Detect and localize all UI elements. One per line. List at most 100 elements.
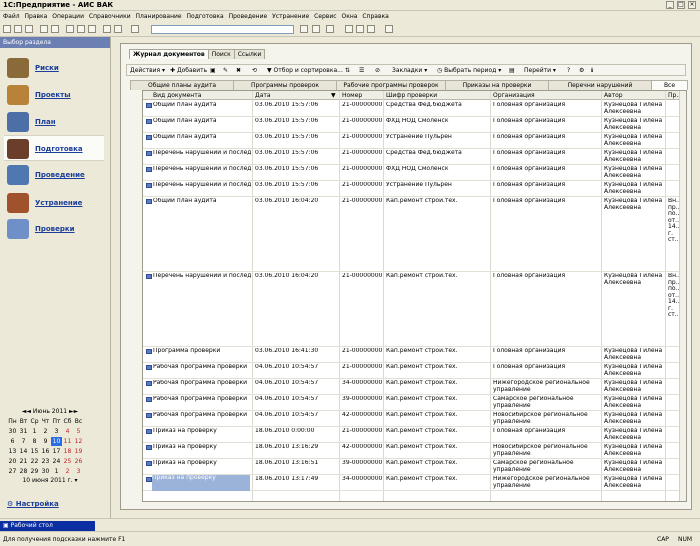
copy-icon[interactable] — [77, 25, 85, 33]
col-author[interactable]: Автор — [604, 92, 623, 99]
calculator-icon[interactable] — [312, 25, 320, 33]
cut-icon[interactable] — [66, 25, 74, 33]
filter-off-icon[interactable]: ⊘ — [375, 67, 380, 74]
table-row[interactable]: Общий план аудита 03.06.2010 16:04:20 21-0… — [143, 197, 686, 272]
menu-edit[interactable]: Правка — [25, 11, 48, 22]
calendar-day[interactable]: 8 — [29, 437, 40, 446]
preview-icon[interactable] — [51, 25, 59, 33]
sidebar-item-plan[interactable]: План — [4, 109, 104, 135]
calendar-day[interactable]: 26 — [73, 457, 84, 466]
menu-references[interactable]: Справочники — [89, 11, 131, 22]
calendar-day[interactable]: 29 — [29, 467, 40, 476]
col-check-code[interactable]: Шифр проверки — [386, 92, 437, 99]
table-row[interactable]: Рабочая программа проверки 04.06.2010 10:… — [143, 411, 686, 427]
table-row[interactable]: Приказ на проверку 18.06.2010 0:00:00 21-0… — [143, 427, 686, 443]
calendar-day[interactable]: 24 — [51, 457, 62, 466]
calendar-day[interactable]: 1 — [51, 467, 62, 476]
sidebar-item-preparation[interactable]: Подготовка — [4, 135, 104, 161]
table-row[interactable]: Общий план аудита 03.06.2010 15:57:06 21-0… — [143, 101, 686, 117]
menu-help[interactable]: Справка — [362, 11, 388, 22]
calendar-day[interactable]: 3 — [51, 427, 62, 436]
tab-links[interactable]: Ссылки — [233, 49, 266, 59]
menu-operations[interactable]: Операции — [52, 11, 84, 22]
memory-sub-icon[interactable] — [367, 25, 375, 33]
print-icon[interactable] — [40, 25, 48, 33]
calendar-day[interactable]: 7 — [18, 437, 29, 446]
calendar-day[interactable]: 23 — [40, 457, 51, 466]
menu-service[interactable]: Сервис — [314, 11, 336, 22]
table-row[interactable]: Приказ на проверку 18.06.2010 13:17:49 34-… — [143, 475, 686, 491]
subtab-work-programs[interactable]: Рабочие программы проверок — [336, 80, 446, 90]
table-icon[interactable] — [326, 25, 334, 33]
calendar-day[interactable]: 14 — [18, 447, 29, 456]
calendar-icon[interactable] — [300, 25, 308, 33]
memory-icon[interactable] — [345, 25, 353, 33]
wizard-icon[interactable] — [385, 25, 393, 33]
table-row[interactable]: Программа проверки 03.06.2010 16:41:30 21-… — [143, 347, 686, 363]
next-month-icon[interactable]: ►► — [69, 408, 78, 415]
sidebar-item-projects[interactable]: Проекты — [4, 82, 104, 108]
table-row[interactable]: Общий план аудита 03.06.2010 15:57:06 21-0… — [143, 133, 686, 149]
sidebar-item-conduct[interactable]: Проведение — [4, 162, 104, 188]
minimize-button[interactable]: _ — [666, 1, 674, 9]
open-icon[interactable] — [14, 25, 22, 33]
subtab-programs[interactable]: Программы проверок — [233, 80, 337, 90]
calendar-day[interactable]: 19 — [73, 447, 84, 456]
sidebar-item-elimination[interactable]: Устранение — [4, 190, 104, 216]
tab-search[interactable]: Поиск — [207, 49, 235, 59]
menu-planning[interactable]: Планирование — [136, 11, 182, 22]
add-button[interactable]: ✚ Добавить — [170, 67, 207, 74]
settings-link[interactable]: ⚙ Настройка — [7, 500, 59, 508]
save-icon[interactable] — [25, 25, 33, 33]
desktop-button[interactable]: ▣ Рабочий стол — [0, 521, 95, 531]
info-icon[interactable]: ℹ — [591, 67, 593, 74]
report-icon[interactable]: ▤ — [509, 67, 515, 74]
calendar-day[interactable]: 15 — [29, 447, 40, 456]
refresh-icon[interactable]: ⟲ — [252, 67, 257, 74]
tab-journal[interactable]: Журнал документов — [129, 49, 209, 59]
table-row[interactable]: Приказ на проверку 18.06.2010 13:16:29 42-… — [143, 443, 686, 459]
calendar-day[interactable]: 4 — [62, 427, 73, 436]
calendar-day[interactable]: 3 — [73, 467, 84, 476]
table-row[interactable]: Перечень нарушений и последствий 03.06.20… — [143, 181, 686, 197]
table-row[interactable]: Перечень нарушений и последствий 03.06.20… — [143, 149, 686, 165]
calendar-day[interactable]: 11 — [62, 437, 73, 446]
col-number[interactable]: Номер — [342, 92, 362, 99]
calendar-footer[interactable]: 10 июня 2011 г. ▾ — [7, 476, 93, 485]
new-doc-icon[interactable] — [3, 25, 11, 33]
copy-row-icon[interactable]: ▣ — [210, 67, 216, 74]
calendar-day[interactable]: 20 — [7, 457, 18, 466]
calendar-day[interactable]: 16 — [40, 447, 51, 456]
redo-icon[interactable] — [114, 25, 122, 33]
memory-add-icon[interactable] — [356, 25, 364, 33]
period-button[interactable]: ◷ Выбрать период ▾ — [437, 67, 501, 74]
filter-button[interactable]: ▼ Отбор и сортировка... — [267, 67, 343, 74]
actions-menu[interactable]: Действия ▾ — [130, 67, 165, 74]
calendar-day[interactable]: 30 — [7, 427, 18, 436]
calendar-day[interactable]: 25 — [62, 457, 73, 466]
calendar-day[interactable]: 18 — [62, 447, 73, 456]
calendar-day[interactable]: 6 — [7, 437, 18, 446]
sidebar-item-checks[interactable]: Проверки — [4, 216, 104, 242]
tree-icon[interactable]: ☰ — [359, 67, 364, 74]
close-button[interactable]: × — [688, 1, 696, 9]
edit-row-icon[interactable]: ✎ — [223, 67, 228, 74]
table-row[interactable]: Перечень нарушений и последствий 03.06.20… — [143, 165, 686, 181]
table-row[interactable]: Общий план аудита 03.06.2010 15:57:06 21-0… — [143, 117, 686, 133]
search-input[interactable] — [151, 25, 294, 34]
find-icon[interactable] — [131, 25, 139, 33]
subtab-orders[interactable]: Приказы на проверки — [445, 80, 549, 90]
calendar-day[interactable]: 17 — [51, 447, 62, 456]
sort-icon[interactable]: ⇅ — [345, 67, 350, 74]
calendar-day[interactable]: 12 — [73, 437, 84, 446]
subtab-audit-plans[interactable]: Общие планы аудита — [130, 80, 234, 90]
col-organization[interactable]: Организация — [493, 92, 535, 99]
table-row[interactable]: Рабочая программа проверки 04.06.2010 10:… — [143, 379, 686, 395]
calendar-day[interactable]: 21 — [18, 457, 29, 466]
menu-file[interactable]: Файл — [3, 11, 20, 22]
help-icon[interactable]: ? — [567, 67, 570, 74]
settings-icon[interactable]: ⚙ — [579, 67, 584, 74]
calendar-day[interactable]: 22 — [29, 457, 40, 466]
menu-windows[interactable]: Окна — [341, 11, 357, 22]
table-row[interactable]: Рабочая программа проверки 04.06.2010 10:… — [143, 363, 686, 379]
